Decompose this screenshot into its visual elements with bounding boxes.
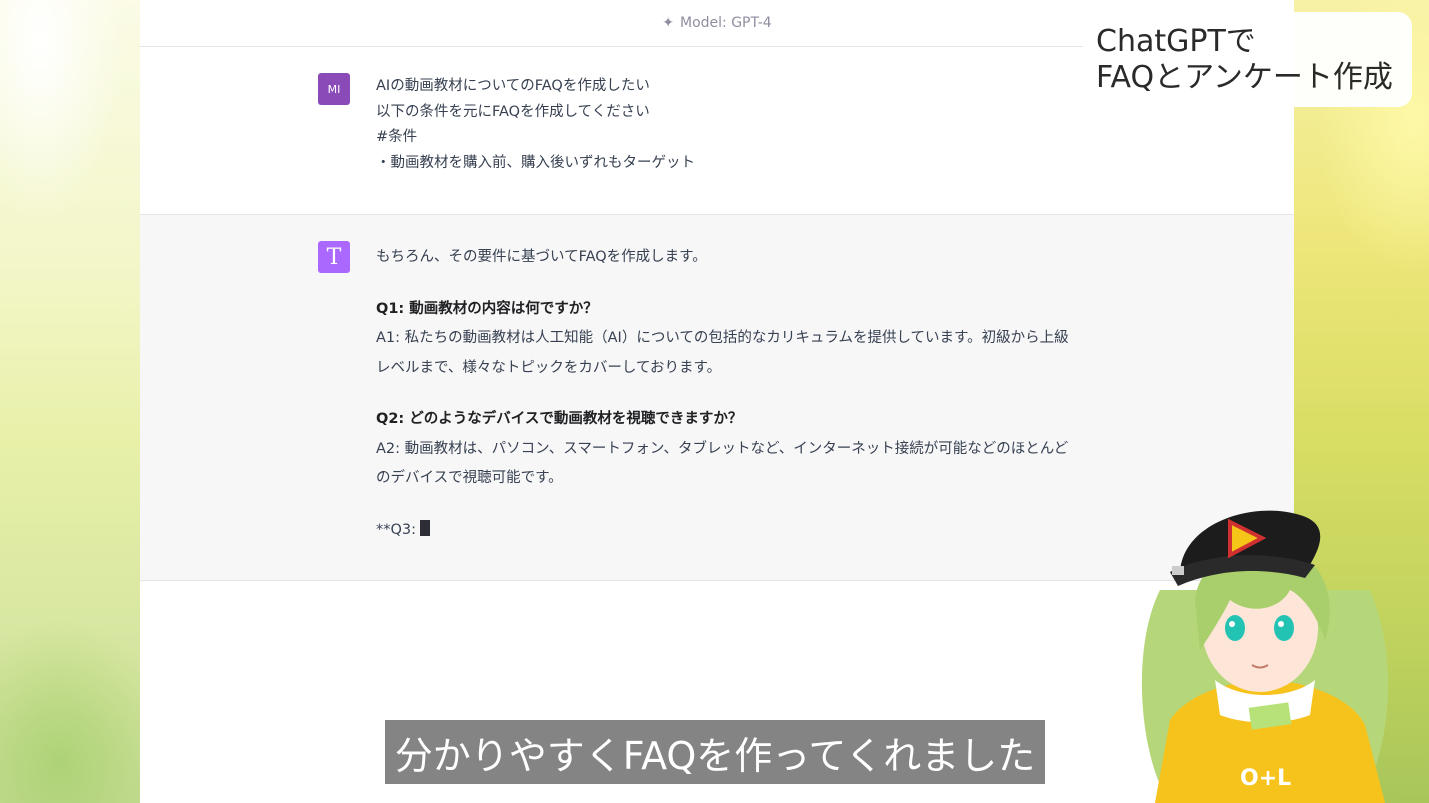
faq-question-2: Q2: どのようなデバイスで動画教材を視聴できますか？ [376, 411, 743, 427]
assistant-intro: もちろん、その要件に基づいてFAQを作成します。 [376, 249, 707, 265]
eye-left [1225, 615, 1245, 641]
video-subtitle: 分かりやすくFAQを作ってくれました [385, 720, 1045, 784]
faq-question-1: Q1: 動画教材の内容は何ですか？ [376, 300, 598, 317]
user-message-text: AIの動画教材についてのFAQを作成したい 以下の条件を元にFAQを作成してくだ… [376, 74, 1076, 176]
caption-line-2: FAQとアンケート作成 [1096, 60, 1393, 95]
cap-tag [1172, 566, 1184, 575]
chest-logo: O+L [1240, 766, 1291, 791]
user-line: #条件 [376, 129, 418, 145]
assistant-avatar: T [318, 241, 350, 273]
user-line: AIの動画教材についてのFAQを作成したい [376, 78, 650, 94]
sparkle-icon: ✦ [662, 15, 674, 31]
vtuber-avatar: O+L [1141, 510, 1389, 803]
model-label: Model: GPT-4 [680, 15, 772, 31]
typing-cursor [420, 519, 431, 536]
background-left [0, 0, 140, 803]
assistant-message-text: もちろん、その要件に基づいてFAQを作成します。 Q1: 動画教材の内容は何です… [376, 243, 1076, 545]
user-avatar: MI [318, 73, 350, 105]
user-line: ・動画教材を購入前、購入後いずれもターゲット [376, 154, 695, 171]
faq-partial: **Q3: [376, 516, 1076, 546]
faq-answer-2: A2: 動画教材は、パソコン、スマートフォン、タブレットなど、インターネット接続… [376, 440, 1069, 487]
eye-right [1274, 615, 1294, 641]
user-line: 以下の条件を元にFAQを作成してください [376, 103, 650, 120]
caption-line-1: ChatGPTで [1096, 24, 1256, 59]
title-caption-text: ChatGPTで FAQとアンケート作成 [1096, 24, 1393, 96]
title-caption: ChatGPTで FAQとアンケート作成 [1083, 12, 1412, 107]
faq-answer-1: A1: 私たちの動画教材は人工知能（AI）についての包括的なカリキュラムを提供し… [376, 330, 1069, 376]
faq-partial-text: **Q3: [376, 521, 417, 538]
